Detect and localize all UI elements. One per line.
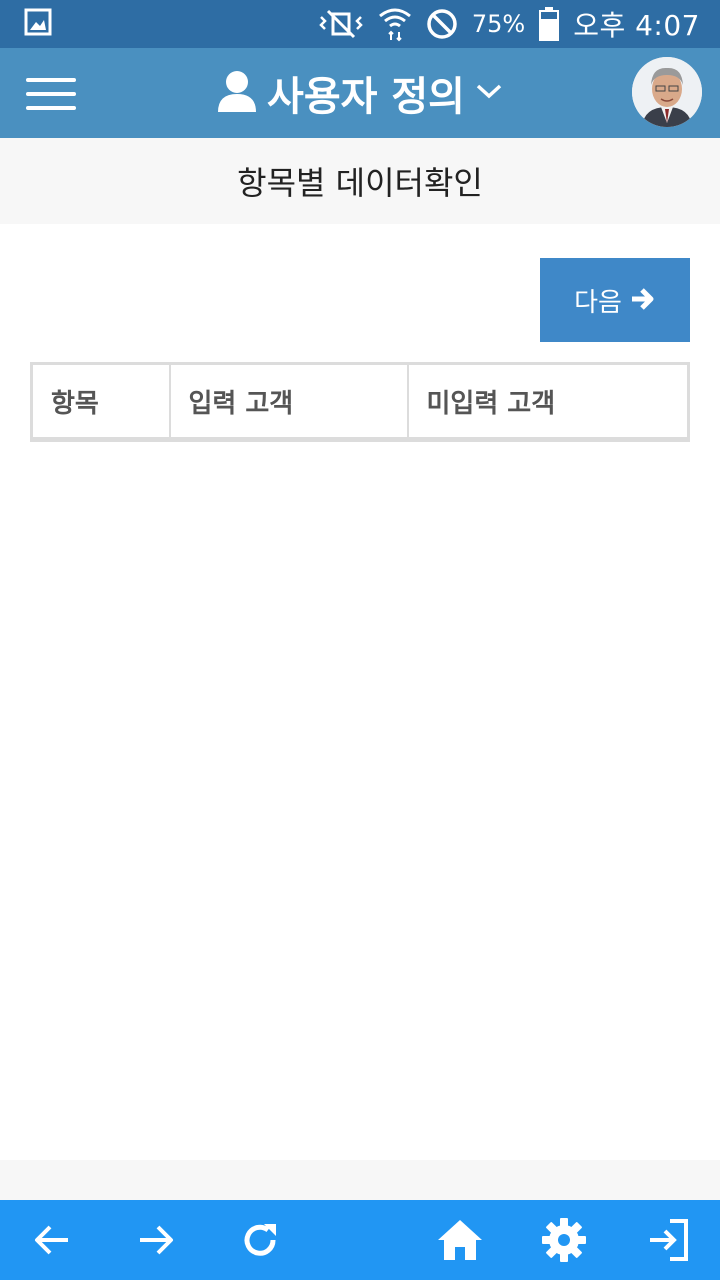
column-header-not-entered-customers: 미입력 고객 — [426, 388, 556, 419]
avatar[interactable] — [632, 57, 702, 127]
chevron-down-icon — [475, 81, 503, 105]
status-bar: 75% 오후 4:07 — [0, 0, 720, 48]
battery-icon — [539, 7, 560, 41]
table-header-row: 항목 입력 고객 미입력 고객 — [31, 363, 689, 440]
next-button[interactable]: 다음 — [540, 258, 690, 342]
header-title-dropdown[interactable]: 사용자 정의 — [0, 48, 720, 138]
next-button-label: 다음 — [574, 286, 622, 317]
logout-icon[interactable] — [644, 1216, 692, 1264]
vibrate-mute-icon — [318, 9, 364, 39]
column-header-entered-customers: 입력 고객 — [169, 363, 409, 440]
footer-strip — [0, 1160, 720, 1200]
page-title: 항목별 데이터확인 — [237, 164, 483, 202]
app-screen: 75% 오후 4:07 사용자 정의 항목별 데이터확인 다음 항목 입력 고객… — [0, 0, 720, 1280]
settings-icon[interactable] — [540, 1216, 588, 1264]
app-header: 사용자 정의 — [0, 48, 720, 138]
forward-icon[interactable] — [132, 1216, 180, 1264]
column-header-item: 항목 — [31, 363, 171, 440]
refresh-icon[interactable] — [236, 1216, 284, 1264]
do-not-disturb-icon — [426, 8, 458, 40]
arrow-right-icon — [630, 286, 656, 315]
battery-percent: 75% — [471, 10, 526, 38]
bottom-nav — [0, 1200, 720, 1280]
back-icon[interactable] — [28, 1216, 76, 1264]
data-table: 항목 입력 고객 미입력 고객 — [30, 362, 690, 442]
menu-icon[interactable] — [26, 78, 76, 110]
gallery-icon — [24, 8, 52, 40]
clock: 오후 4:07 — [573, 9, 700, 42]
wifi-icon — [378, 6, 412, 42]
home-icon[interactable] — [436, 1216, 484, 1264]
page-title-bar: 항목별 데이터확인 — [0, 138, 720, 224]
user-icon — [217, 70, 257, 116]
header-title: 사용자 정의 — [267, 74, 465, 120]
